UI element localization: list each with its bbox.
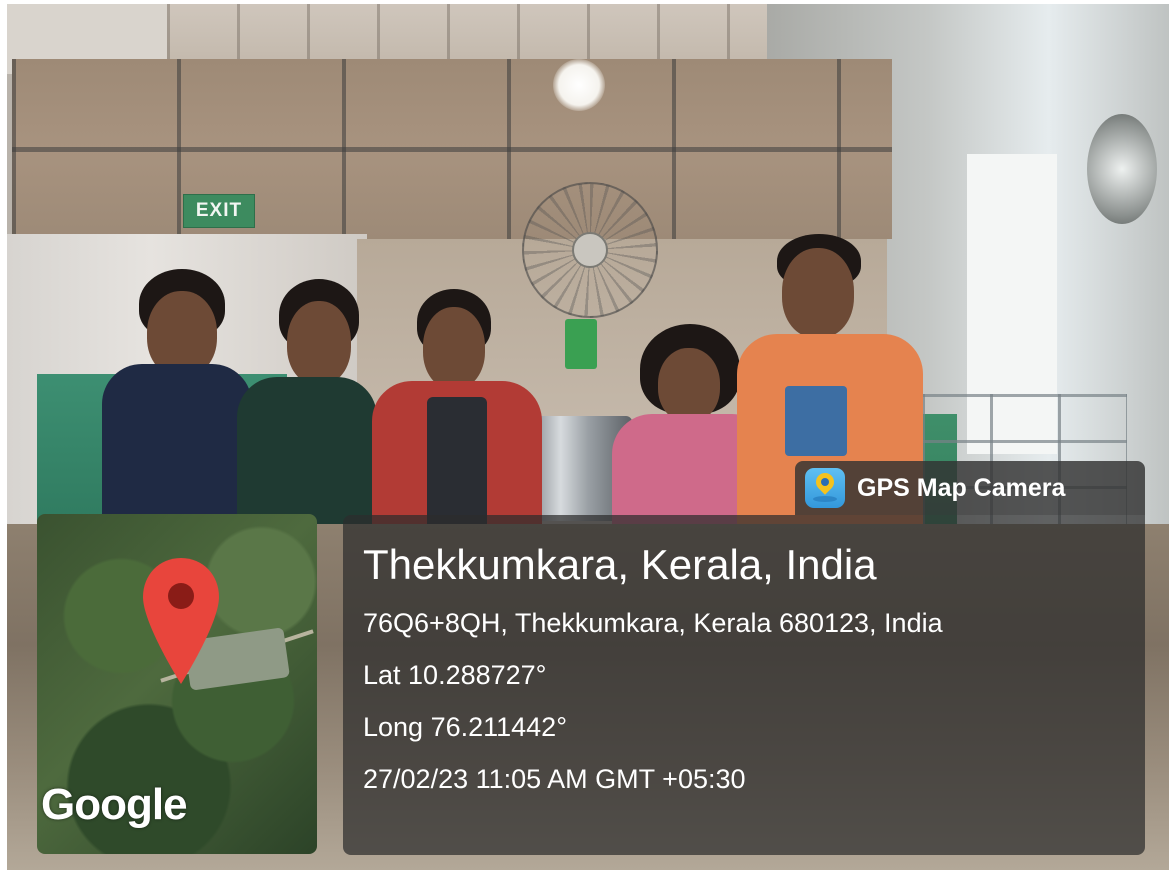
camera-app-tag: GPS Map Camera [795,461,1145,515]
location-info-panel: Thekkumkara, Kerala, India 76Q6+8QH, The… [343,515,1145,855]
map-pin-dot [168,583,194,609]
latitude-line: Lat 10.288727° [363,660,547,690]
gps-map-camera-app-icon [805,468,845,508]
photo: EXIT Google GPS Map Camera Thekkumkara, … [7,4,1169,870]
green-box [565,319,597,369]
person [97,269,257,529]
wall-frame [12,59,892,239]
google-logo: Google [41,780,188,829]
map-thumbnail[interactable]: Google [37,514,317,854]
person [237,279,377,539]
address-line: 76Q6+8QH, Thekkumkara, Kerala 680123, In… [363,608,943,638]
exit-sign: EXIT [183,194,255,228]
ceiling-lamp [553,59,605,111]
camera-app-label: GPS Map Camera [857,473,1066,502]
longitude-line: Long 76.211442° [363,712,567,742]
wall-fan-hub [572,232,608,268]
exhaust-fan [1087,114,1157,224]
map-pin-shape [143,558,219,684]
map-pin-icon [143,558,219,684]
location-title: Thekkumkara, Kerala, India [363,541,877,588]
person [372,289,542,539]
timestamp-line: 27/02/23 11:05 AM GMT +05:30 [363,764,746,794]
